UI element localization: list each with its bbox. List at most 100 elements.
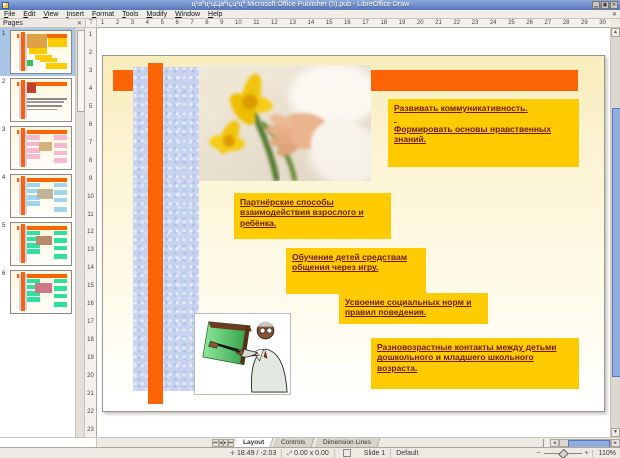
scroll-right-icon[interactable]: ▸ [611, 439, 620, 447]
horizontal-scrollbar[interactable]: ◂ ▸ [543, 438, 620, 447]
scrollbar-splitter[interactable] [543, 439, 548, 447]
ruler-tick: 17 [87, 319, 94, 325]
titlebar: ц¹аªц¹цЦаªц‚ц¹цª Microsoft Office Publis… [0, 0, 620, 10]
statusbar: 18.49 / -2.03 0.00 x 0.00 Slide 1 Defaul… [0, 447, 620, 458]
zoom-slider[interactable] [544, 453, 582, 454]
ruler-tick: 19 [399, 19, 406, 27]
ruler-tick: 21 [87, 391, 94, 397]
page-style[interactable]: Default [391, 449, 423, 458]
thumbnail-block [27, 98, 67, 100]
zoom-out-icon[interactable]: − [536, 450, 540, 457]
menu-format[interactable]: Format [88, 11, 118, 18]
page-thumbnail-preview [10, 222, 72, 266]
daffodil-hand-photo[interactable] [199, 65, 371, 181]
thumbnail-block [27, 135, 40, 140]
text-box-norms[interactable]: Усвоение социальных норм и правил поведе… [339, 293, 488, 324]
page-thumbnail-preview [10, 30, 72, 74]
ruler-tick: 18 [380, 19, 387, 27]
scroll-up-icon[interactable]: ▲ [611, 28, 620, 37]
scroll-left-icon[interactable]: ◂ [550, 439, 559, 447]
thumbnail-block [21, 224, 25, 263]
menu-file[interactable]: File [0, 11, 19, 18]
pages-panel-scrollbar-thumb[interactable] [77, 30, 85, 112]
text-box-contacts[interactable]: Разновозрастные контакты между детьми до… [371, 338, 579, 389]
menu-tools[interactable]: Tools [118, 11, 142, 18]
thumbnail-block [27, 201, 40, 206]
pages-panel-header: Pages ✕ [0, 19, 85, 28]
ruler-tick: 25 [508, 19, 515, 27]
tab-layout[interactable]: Layout [235, 438, 274, 447]
page-thumbnail-preview [10, 78, 72, 122]
page-thumbnail-3[interactable]: 3 [0, 124, 75, 172]
ruler-tick: 5 [89, 104, 92, 110]
menu-help[interactable]: Help [204, 11, 226, 18]
pages-panel-scrollbar[interactable] [76, 28, 85, 437]
ruler-tick: 7 [190, 19, 193, 27]
close-button[interactable]: ✕ [610, 1, 618, 9]
tab-next-icon[interactable]: ▸ [223, 439, 228, 447]
horizontal-ruler[interactable]: 1234567891011121314151617181920212223242… [97, 19, 610, 28]
text-box-partnership[interactable]: Партнёрские способы взаимодействия взрос… [234, 193, 391, 239]
ruler-tick: 2 [116, 19, 119, 27]
ruler-tick: 9 [89, 176, 92, 182]
scroll-down-icon[interactable]: ▼ [611, 428, 620, 437]
ruler-tick: 16 [344, 19, 351, 27]
text-box-goals[interactable]: Развивать коммуникативность. Формировать… [388, 99, 579, 167]
text-box-teaching[interactable]: Обучение детей средствам общения через и… [286, 248, 426, 294]
cursor-position-field: 18.49 / -2.03 [225, 449, 282, 458]
publication-page[interactable]: Развивать коммуникативность. Формировать… [102, 55, 605, 412]
zoom-in-icon[interactable]: + [585, 450, 589, 457]
ruler-tick: 24 [490, 19, 497, 27]
ruler-tick: 12 [87, 229, 94, 235]
page-thumbnail-preview [10, 270, 72, 314]
page-thumbnail-5[interactable]: 5 [0, 220, 75, 268]
ruler-tick: 10 [87, 194, 94, 200]
thumbnail-block [54, 294, 68, 299]
menu-modify[interactable]: Modify [142, 11, 171, 18]
page-thumbnail-number: 3 [2, 126, 10, 133]
minimize-button[interactable]: ▁ [592, 1, 600, 9]
vertical-scrollbar-thumb[interactable] [612, 108, 620, 377]
page-thumbnail-2[interactable]: 2 [0, 76, 75, 124]
menu-insert[interactable]: Insert [62, 11, 88, 18]
menubar: FileEditViewInsertFormatToolsModifyWindo… [0, 10, 620, 19]
page-thumbnail-6[interactable]: 6 [0, 268, 75, 316]
ruler-tick: 20 [87, 373, 94, 379]
pages-panel-close-icon[interactable]: ✕ [77, 20, 85, 27]
teacher-clipart[interactable] [194, 313, 291, 395]
drawing-canvas[interactable]: Развивать коммуникативность. Формировать… [97, 28, 610, 437]
thumbnail-block [21, 128, 25, 167]
ruler-tick: 3 [89, 68, 92, 74]
ruler-tick: 16 [87, 301, 94, 307]
thumbnail-block [27, 297, 40, 302]
orange-vertical-bar[interactable] [148, 63, 163, 404]
page-thumbnail-4[interactable]: 4 [0, 172, 75, 220]
thumbnail-block [21, 272, 25, 311]
maximize-button[interactable]: ▣ [601, 1, 609, 9]
thumbnail-block [54, 143, 68, 148]
layer-tab-bar: ⏮◂▸⏭ LayoutControlsDimension Lines ◂ ▸ [0, 437, 620, 447]
zoom-level[interactable]: 110% [592, 450, 616, 457]
tab-dimension-lines[interactable]: Dimension Lines [314, 438, 380, 447]
vertical-ruler[interactable]: 1234567891011121314151617181920212223 [85, 28, 97, 437]
thumbnail-block [36, 236, 52, 245]
speckled-blue-column[interactable] [133, 67, 199, 391]
vertical-scrollbar[interactable]: ▲ ▼ [610, 28, 620, 437]
thumbnail-block [54, 207, 68, 212]
menu-view[interactable]: View [39, 11, 62, 18]
ruler-tick: 4 [89, 86, 92, 92]
menu-window[interactable]: Window [171, 11, 204, 18]
page-thumbnail-preview [10, 174, 72, 218]
tab-first-icon[interactable]: ⏮ [212, 439, 219, 447]
thumbnail-block [29, 48, 47, 54]
zoom-slider-thumb[interactable] [558, 449, 569, 458]
ruler-tick: 14 [308, 19, 315, 27]
ruler-tick: 11 [253, 19, 259, 27]
pages-panel: 12 3 456 [0, 28, 76, 437]
thumbnail-block [40, 58, 57, 62]
page-thumbnail-1[interactable]: 1 [0, 28, 75, 76]
menu-edit[interactable]: Edit [19, 11, 39, 18]
close-document-icon[interactable]: ✕ [612, 11, 617, 18]
thumbnail-block [54, 158, 68, 163]
tab-controls[interactable]: Controls [273, 438, 315, 447]
